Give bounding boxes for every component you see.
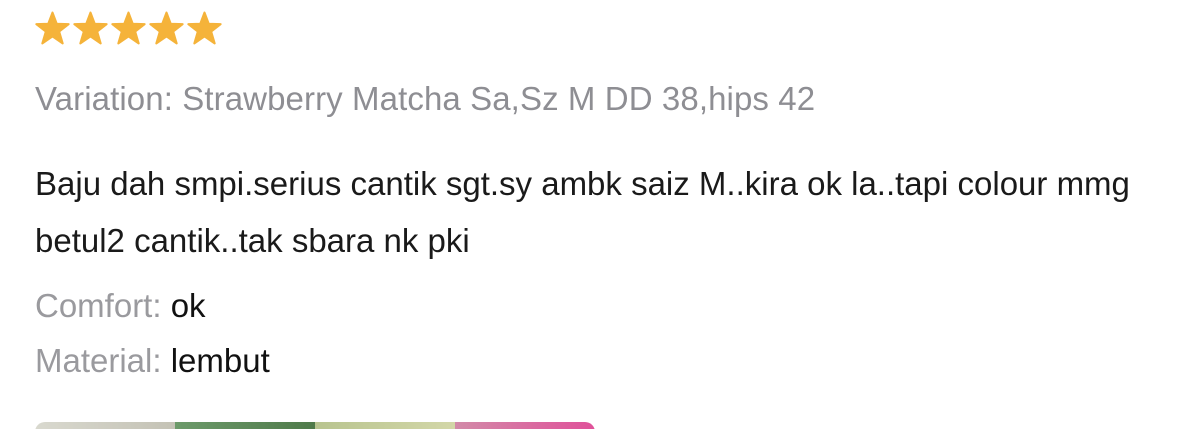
attribute-label: Comfort: [35,287,162,324]
star-rating [35,11,222,45]
review-photo-thumbnail[interactable] [35,422,595,429]
review-comment: Baju dah smpi.serius cantik sgt.sy ambk … [35,165,1130,259]
attribute-material: Material: lembut [35,342,270,380]
attribute-value: lembut [170,342,270,379]
star-icon [149,11,184,45]
star-icon [187,11,222,45]
star-icon [73,11,108,45]
product-review: Variation: Strawberry Matcha Sa,Sz M DD … [35,0,1175,429]
star-icon [111,11,146,45]
star-icon [35,11,70,45]
attribute-comfort: Comfort: ok [35,287,206,325]
attribute-label: Material: [35,342,162,379]
attribute-value: ok [170,287,206,324]
variation-text: Variation: Strawberry Matcha Sa,Sz M DD … [35,80,816,117]
